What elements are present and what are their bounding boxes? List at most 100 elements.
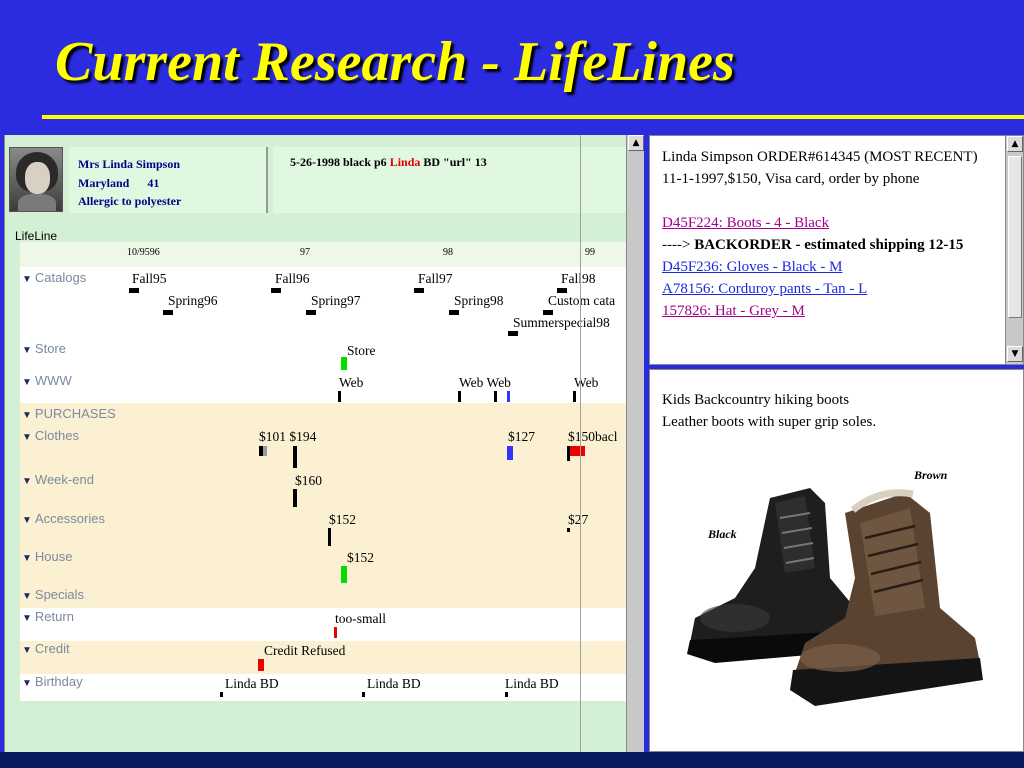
- event-house-152[interactable]: $152: [347, 550, 374, 566]
- event-bar[interactable]: [328, 528, 331, 546]
- event-credit[interactable]: Credit Refused: [264, 643, 345, 659]
- event-bar[interactable]: [507, 391, 510, 402]
- event-bar[interactable]: [505, 692, 508, 697]
- scroll-thumb[interactable]: [1008, 156, 1022, 318]
- event-fall98[interactable]: Fall98: [561, 271, 596, 287]
- event-bar[interactable]: [263, 446, 267, 456]
- facet-specials[interactable]: ▼ Specials: [22, 587, 84, 602]
- patient-photo: [9, 147, 63, 212]
- event-spring96[interactable]: Spring96: [168, 293, 218, 309]
- order-item-link[interactable]: 157826: Hat - Grey - M: [662, 300, 997, 322]
- event-accessories-27[interactable]: $27: [568, 512, 588, 528]
- time-axis: [20, 242, 627, 267]
- lifeline-scrollbar[interactable]: ▲: [626, 135, 644, 752]
- event-birthday[interactable]: Linda BD: [505, 676, 559, 692]
- facet-purchases[interactable]: ▼ PURCHASES: [22, 406, 116, 421]
- facet-accessories[interactable]: ▼ Accessories: [22, 511, 105, 526]
- event-fall95[interactable]: Fall95: [132, 271, 167, 287]
- facet-house[interactable]: ▼ House: [22, 549, 72, 564]
- backorder-text: BACKORDER - estimated shipping 12-15: [690, 237, 964, 253]
- record-prefix: 5-26-1998 black p6: [290, 155, 390, 169]
- order-item-link[interactable]: D45F236: Gloves - Black - M: [662, 256, 997, 278]
- event-bar[interactable]: [567, 528, 570, 532]
- facet-return[interactable]: ▼ Return: [22, 609, 74, 624]
- axis-tick: 99: [585, 247, 595, 258]
- order-summary: 11-1-1997,$150, Visa card, order by phon…: [662, 171, 920, 187]
- event-spring97[interactable]: Spring97: [311, 293, 361, 309]
- event-web[interactable]: Web: [574, 375, 598, 391]
- event-clothes-pair[interactable]: $101 $194: [259, 429, 316, 445]
- event-bar[interactable]: [306, 310, 316, 315]
- patient-state: Maryland: [78, 175, 130, 190]
- facet-store[interactable]: ▼ Store: [22, 341, 66, 356]
- facet-www[interactable]: ▼ WWW: [22, 373, 72, 388]
- event-bar[interactable]: [449, 310, 459, 315]
- facet-weekend[interactable]: ▼ Week-end: [22, 472, 94, 487]
- event-birthday[interactable]: Linda BD: [367, 676, 421, 692]
- event-web-pair[interactable]: Web Web: [459, 375, 511, 391]
- event-store[interactable]: Store: [347, 343, 376, 359]
- patient-name: Mrs Linda Simpson: [78, 157, 181, 171]
- event-bar[interactable]: [573, 391, 576, 402]
- record-suffix: BD "url" 13: [420, 155, 487, 169]
- product-window: Kids Backcountry hiking boots Leather bo…: [649, 369, 1024, 752]
- event-birthday[interactable]: Linda BD: [225, 676, 279, 692]
- event-return[interactable]: too-small: [335, 611, 386, 627]
- event-bar[interactable]: [507, 446, 513, 460]
- event-weekend-160[interactable]: $160: [295, 473, 322, 489]
- boots-image: [687, 488, 983, 706]
- patient-allergy: Allergic to polyester: [78, 194, 182, 208]
- event-bar[interactable]: [341, 566, 347, 583]
- event-bar[interactable]: [362, 692, 365, 697]
- axis-tick: 98: [443, 247, 453, 258]
- facet-clothes[interactable]: ▼ Clothes: [22, 428, 79, 443]
- event-bar[interactable]: [567, 446, 570, 461]
- order-item-link[interactable]: A78156: Corduroy pants - Tan - L: [662, 278, 997, 300]
- event-bar[interactable]: [293, 446, 297, 468]
- event-bar[interactable]: [341, 357, 347, 370]
- event-bar[interactable]: [494, 391, 497, 402]
- product-detail: Leather boots with super grip soles.: [662, 414, 877, 430]
- backorder-notice: ----> BACKORDER - estimated shipping 12-…: [662, 234, 997, 256]
- order-item-link[interactable]: D45F224: Boots - 4 - Black: [662, 212, 997, 234]
- order-scrollbar[interactable]: ▲ ▼: [1005, 136, 1023, 364]
- event-accessories-152[interactable]: $152: [329, 512, 356, 528]
- event-custom-catalog[interactable]: Custom cata: [548, 293, 615, 309]
- event-bar[interactable]: [293, 489, 297, 507]
- scroll-down-button[interactable]: ▼: [1007, 346, 1023, 362]
- time-cursor-line[interactable]: [580, 135, 581, 752]
- scroll-up-button[interactable]: ▲: [1007, 136, 1023, 152]
- record-highlight: Linda: [389, 155, 421, 169]
- event-bar[interactable]: [163, 310, 173, 315]
- event-bar[interactable]: [414, 288, 424, 293]
- patient-age: 41: [147, 175, 160, 190]
- product-title: Kids Backcountry hiking boots: [662, 392, 850, 408]
- event-bar[interactable]: [458, 391, 461, 402]
- event-bar[interactable]: [220, 692, 223, 697]
- event-bar[interactable]: [129, 288, 139, 293]
- event-clothes-150[interactable]: $150bacl: [568, 429, 618, 445]
- facet-credit[interactable]: ▼ Credit: [22, 641, 70, 656]
- event-spring98[interactable]: Spring98: [454, 293, 504, 309]
- lifeline-label: LifeLine: [15, 229, 58, 243]
- event-fall96[interactable]: Fall96: [275, 271, 310, 287]
- row-bg-store-www: [20, 338, 627, 406]
- event-bar[interactable]: [271, 288, 281, 293]
- event-bar[interactable]: [508, 331, 518, 336]
- scroll-up-button[interactable]: ▲: [628, 135, 644, 151]
- patient-info: Mrs Linda Simpson Maryland 41 Allergic t…: [69, 147, 268, 213]
- event-summerspecial98[interactable]: Summerspecial98: [513, 315, 610, 331]
- event-bar[interactable]: [338, 391, 341, 402]
- event-fall97[interactable]: Fall97: [418, 271, 453, 287]
- event-web[interactable]: Web: [339, 375, 363, 391]
- slide-title: Current Research - LifeLines: [55, 31, 735, 93]
- facet-birthday[interactable]: ▼ Birthday: [22, 674, 83, 689]
- axis-tick: 10/9596: [127, 247, 160, 258]
- event-bar[interactable]: [334, 627, 337, 638]
- event-bar[interactable]: [258, 659, 264, 671]
- row-bg-purchases: [20, 403, 627, 608]
- facet-catalogs[interactable]: ▼ Catalogs: [22, 270, 86, 285]
- axis-tick: 97: [300, 247, 310, 258]
- event-clothes-127[interactable]: $127: [508, 429, 535, 445]
